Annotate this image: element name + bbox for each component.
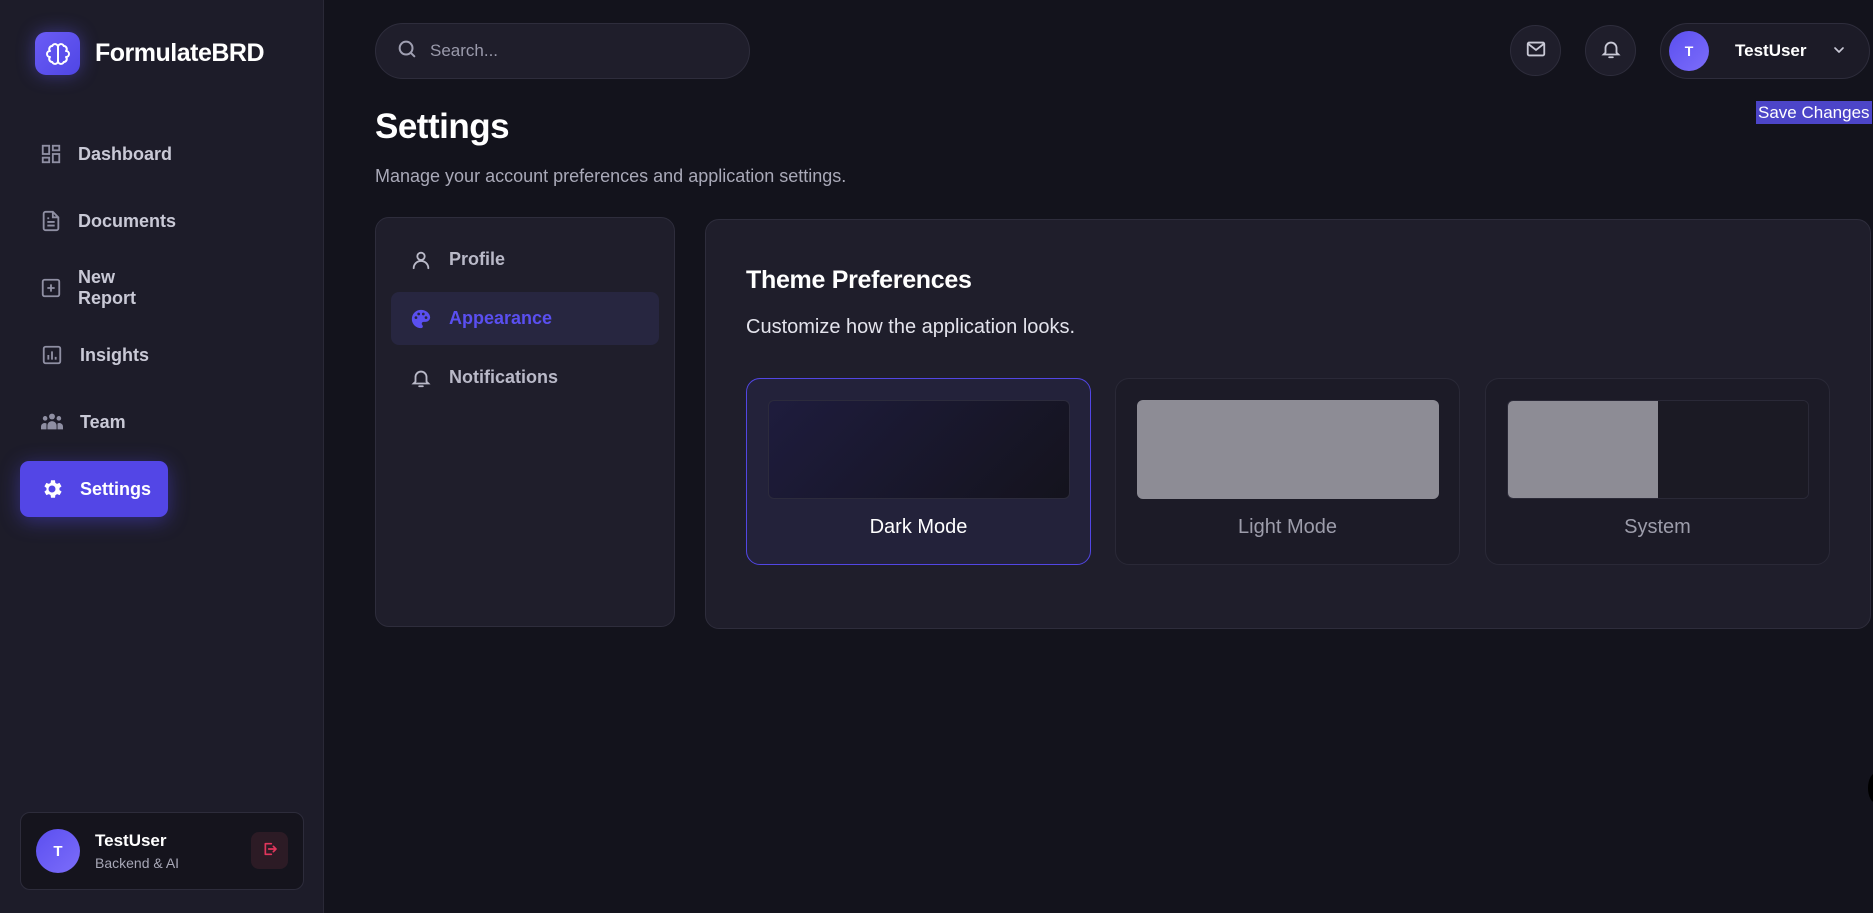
settings-tab-profile[interactable]: Profile [391, 233, 659, 286]
search-bar [375, 23, 750, 79]
bar-chart-icon [40, 343, 64, 367]
theme-option-dark[interactable]: Dark Mode [746, 378, 1091, 565]
user-role: Backend & AI [95, 855, 180, 871]
palette-icon [409, 307, 433, 331]
avatar: T [1669, 31, 1709, 71]
user-meta: TestUser Backend & AI [95, 831, 179, 871]
notifications-button[interactable] [1585, 25, 1636, 76]
search-input[interactable] [430, 41, 710, 61]
team-icon [40, 410, 64, 434]
sidebar-nav: Dashboard Documents New Report Insights [20, 126, 310, 528]
theme-preview-light [1137, 400, 1439, 499]
preview-dark-half [1658, 401, 1808, 498]
sidebar-item-dashboard[interactable]: Dashboard [20, 126, 172, 182]
save-button[interactable]: Save Changes [1756, 101, 1872, 124]
panel-description: Customize how the application looks. [746, 316, 1076, 338]
sidebar-item-documents[interactable]: Documents [20, 193, 176, 249]
brand-name: FormulateBRD [95, 39, 265, 67]
sidebar-item-team[interactable]: Team [20, 394, 168, 450]
bell-icon [409, 366, 433, 390]
settings-tab-appearance[interactable]: Appearance [391, 292, 659, 345]
plus-square-icon [40, 276, 62, 300]
settings-nav: Profile Appearance Notifications [375, 217, 675, 627]
user-icon [409, 248, 433, 272]
sidebar-item-new-report[interactable]: New Report [20, 260, 168, 316]
theme-option-label: System [1624, 516, 1691, 538]
settings-tab-label: Profile [449, 249, 506, 269]
sidebar-item-insights[interactable]: Insights [20, 327, 168, 383]
sidebar-item-label: Team [80, 411, 126, 432]
theme-preview-dark [768, 400, 1070, 499]
scroll-edge-handle [1868, 773, 1873, 803]
preview-light-half [1508, 401, 1658, 498]
avatar[interactable]: T [36, 829, 80, 873]
settings-tab-label: Notifications [449, 367, 559, 387]
brain-logo-icon [35, 32, 80, 75]
theme-preferences-panel: Theme Preferences Customize how the appl… [705, 219, 1871, 629]
sidebar-item-label: Insights [80, 344, 150, 365]
brand[interactable]: FormulateBRD [35, 32, 265, 75]
sidebar: FormulateBRD Dashboard Documents New Rep… [0, 0, 324, 913]
bell-icon [1600, 38, 1622, 63]
panel-title: Theme Preferences [746, 266, 972, 294]
user-menu[interactable]: T TestUser [1660, 23, 1870, 79]
settings-tab-notifications[interactable]: Notifications [391, 351, 659, 404]
logout-icon [262, 841, 278, 860]
theme-option-label: Dark Mode [869, 516, 968, 538]
messages-button[interactable] [1510, 25, 1561, 76]
sidebar-item-label: New Report [78, 267, 136, 308]
sidebar-item-label: Documents [78, 210, 177, 231]
settings-tab-label: Appearance [449, 308, 553, 328]
sidebar-item-label: Dashboard [78, 143, 173, 164]
app-root: FormulateBRD Dashboard Documents New Rep… [0, 0, 1873, 913]
dashboard-icon [40, 142, 62, 166]
chevron-down-icon [1831, 42, 1847, 63]
user-menu-name: TestUser [1735, 41, 1807, 60]
user-name: TestUser [95, 831, 167, 850]
theme-option-label: Light Mode [1238, 516, 1337, 538]
search-icon [396, 38, 418, 65]
sidebar-user-card: T TestUser Backend & AI [20, 812, 304, 890]
gear-icon [40, 477, 64, 501]
sidebar-item-settings[interactable]: Settings [20, 461, 168, 517]
document-icon [40, 209, 62, 233]
theme-preview-system [1507, 400, 1809, 499]
mail-icon [1525, 38, 1547, 63]
theme-option-system[interactable]: System [1485, 378, 1830, 565]
page-title: Settings [375, 107, 510, 146]
sidebar-item-label: Settings [80, 478, 152, 499]
theme-option-light[interactable]: Light Mode [1115, 378, 1460, 565]
page-subtitle: Manage your account preferences and appl… [375, 166, 847, 186]
logout-button[interactable] [251, 832, 288, 869]
